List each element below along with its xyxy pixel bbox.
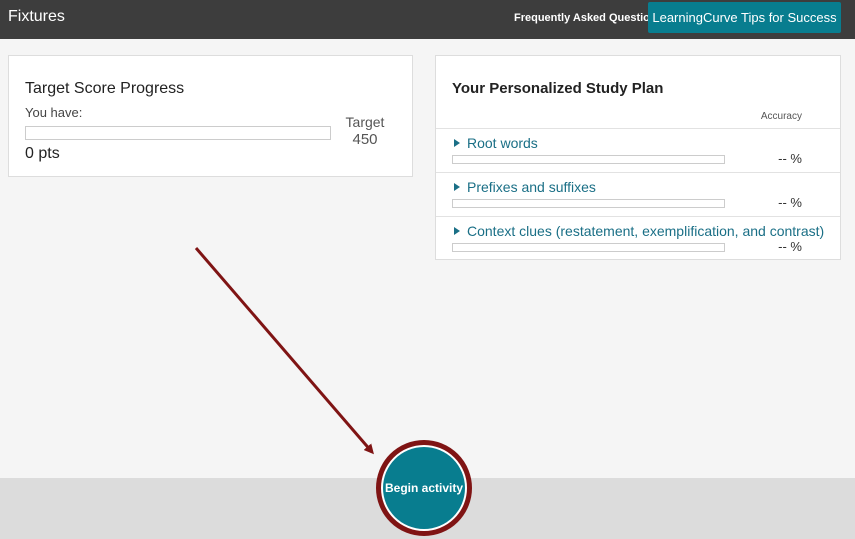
begin-activity-button[interactable]: Begin activity xyxy=(383,447,465,529)
topic-link[interactable]: Context clues (restatement, exemplificat… xyxy=(467,223,824,239)
topic-accuracy: -- % xyxy=(778,151,802,166)
topic-link[interactable]: Prefixes and suffixes xyxy=(467,179,596,195)
faq-link[interactable]: Frequently Asked Questions xyxy=(514,12,663,24)
score-card-title: Target Score Progress xyxy=(25,80,185,97)
app-title: Fixtures xyxy=(8,8,65,25)
topic-progress-bar xyxy=(452,155,725,164)
topic-accuracy: -- % xyxy=(778,195,802,210)
caret-right-icon xyxy=(454,227,460,235)
caret-right-icon xyxy=(454,139,460,147)
accuracy-column-label: Accuracy xyxy=(760,111,802,122)
topic-item[interactable]: Context clues (restatement, exemplificat… xyxy=(436,216,840,260)
study-plan-title: Your Personalized Study Plan xyxy=(452,80,664,97)
topic-progress-bar xyxy=(452,243,725,252)
tips-for-success-button[interactable]: LearningCurve Tips for Success xyxy=(648,2,841,33)
target-score-card: Target Score Progress You have: 0 pts Ta… xyxy=(8,55,413,177)
target-value: 450 xyxy=(352,131,378,148)
topic-link[interactable]: Root words xyxy=(467,135,538,151)
topic-item[interactable]: Root words -- % xyxy=(436,128,840,172)
topic-item[interactable]: Prefixes and suffixes -- % xyxy=(436,172,840,216)
caret-right-icon xyxy=(454,183,460,191)
you-have-label: You have: xyxy=(25,105,83,120)
study-plan-card: Your Personalized Study Plan Accuracy Ro… xyxy=(435,55,841,260)
score-progress-bar xyxy=(25,126,331,140)
target-label: Target xyxy=(345,114,385,130)
topic-accuracy: -- % xyxy=(778,239,802,254)
topic-progress-bar xyxy=(452,199,725,208)
score-points: 0 pts xyxy=(25,145,60,162)
top-bar: Fixtures Frequently Asked Questions Lear… xyxy=(0,0,855,39)
